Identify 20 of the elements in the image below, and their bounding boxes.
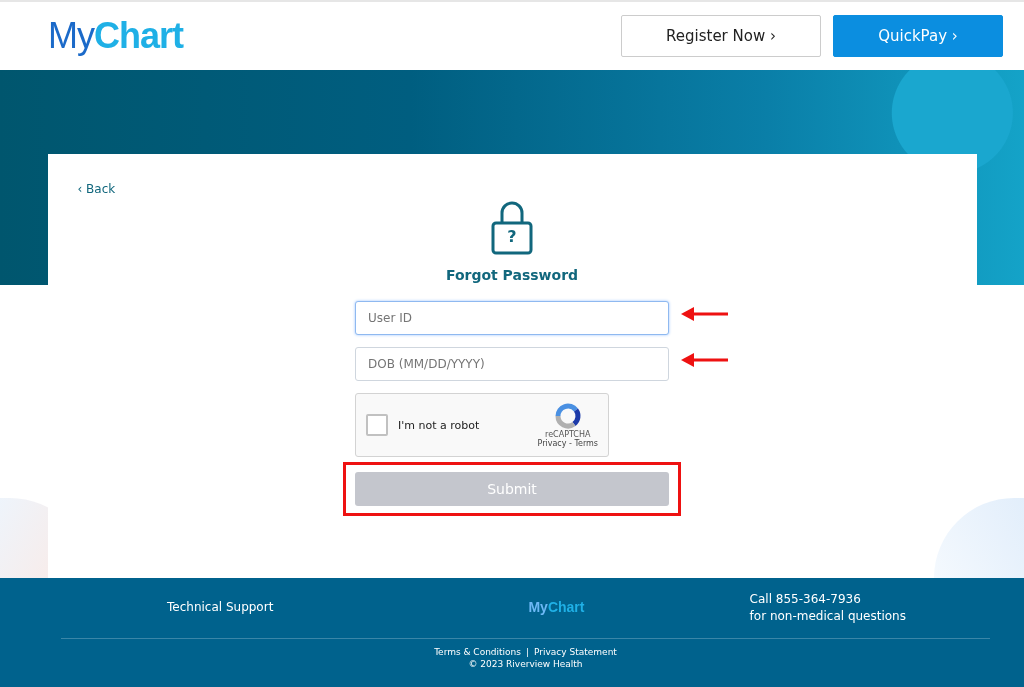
- recaptcha-icon: [553, 402, 582, 430]
- phone-note: for non-medical questions: [749, 608, 906, 623]
- footer-logo: MyChart: [528, 599, 585, 615]
- phone-text: Call 855-364-7936: [749, 591, 862, 606]
- input-field[interactable]: DOB (MM/DD/YYYY): [355, 347, 669, 381]
- register-button[interactable]: Register Now ›: [621, 15, 821, 57]
- recaptcha-links[interactable]: Privacy - Terms: [537, 439, 598, 448]
- support-link[interactable]: Technical Support: [167, 600, 274, 614]
- page-title: Forgot Password: [445, 267, 579, 283]
- recaptcha-brand: reCAPTCHA: [545, 430, 591, 439]
- copyright-text: © 2023 Riverview Health: [467, 659, 584, 669]
- footer-link[interactable]: Privacy Statement: [534, 647, 617, 657]
- quickpay-button[interactable]: QuickPay ›: [833, 15, 1003, 57]
- separator: |: [526, 647, 530, 657]
- mychart-logo[interactable]: MyChart: [48, 15, 183, 57]
- checkbox[interactable]: [366, 414, 388, 436]
- captcha-label: I'm not a robot: [398, 418, 481, 432]
- footer-link[interactable]: Terms & Conditions: [434, 647, 521, 657]
- back-link[interactable]: ‹ Back: [77, 182, 116, 196]
- input-field[interactable]: User ID: [355, 301, 669, 335]
